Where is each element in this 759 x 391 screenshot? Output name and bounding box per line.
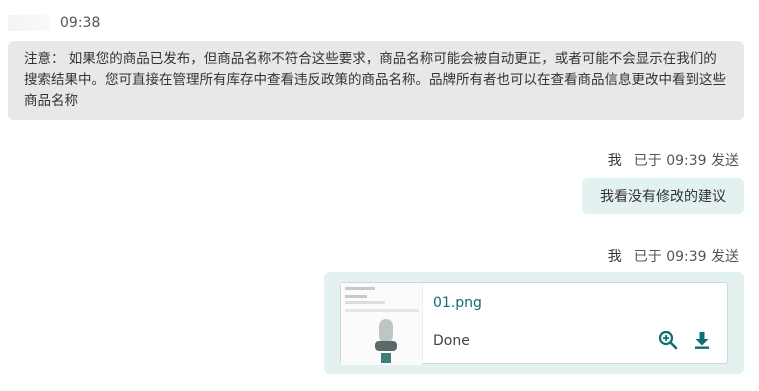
incoming-message-bubble: 注意： 如果您的商品已发布，但商品名称不符合这些要求，商品名称可能会被自动更正，…: [8, 41, 744, 120]
thumbnail-figure: [379, 319, 393, 343]
attachment-card: 01.png Done: [340, 282, 728, 365]
outgoing-message-bubble: 我看没有修改的建议: [582, 178, 744, 214]
attachment-filename[interactable]: 01.png: [433, 295, 482, 311]
thumbnail-line: [345, 301, 385, 304]
download-button[interactable]: [691, 329, 713, 351]
incoming-message-text: 注意： 如果您的商品已发布，但商品名称不符合这些要求，商品名称可能会被自动更正，…: [24, 51, 726, 109]
attachment-message-bubble: 01.png Done: [324, 272, 744, 374]
attachment-status: Done: [433, 333, 470, 349]
sender-name: 我: [607, 249, 622, 265]
thumbnail-line: [345, 295, 367, 298]
outgoing-message-text: 我看没有修改的建议: [600, 189, 726, 205]
zoom-in-button[interactable]: [657, 329, 679, 351]
thumbnail-figure-foot: [381, 353, 391, 363]
zoom-in-icon: [658, 330, 678, 350]
sent-status: 已于 09:39 发送: [633, 153, 739, 169]
thumbnail-line: [345, 287, 375, 290]
sender-name: 我: [607, 153, 622, 169]
sent-status: 已于 09:39 发送: [633, 249, 739, 265]
thumbnail-line: [345, 309, 419, 312]
thumbnail-figure-base: [375, 341, 397, 351]
sender-name-redacted: [8, 15, 50, 31]
incoming-message-header: 09:38: [8, 14, 100, 32]
attachment-thumbnail[interactable]: [341, 283, 423, 365]
incoming-message-time: 09:38: [60, 15, 101, 31]
outgoing-message-header: 我 已于 09:39 发送: [608, 246, 739, 266]
outgoing-message-header: 我 已于 09:39 发送: [608, 150, 739, 170]
download-icon: [695, 332, 709, 349]
